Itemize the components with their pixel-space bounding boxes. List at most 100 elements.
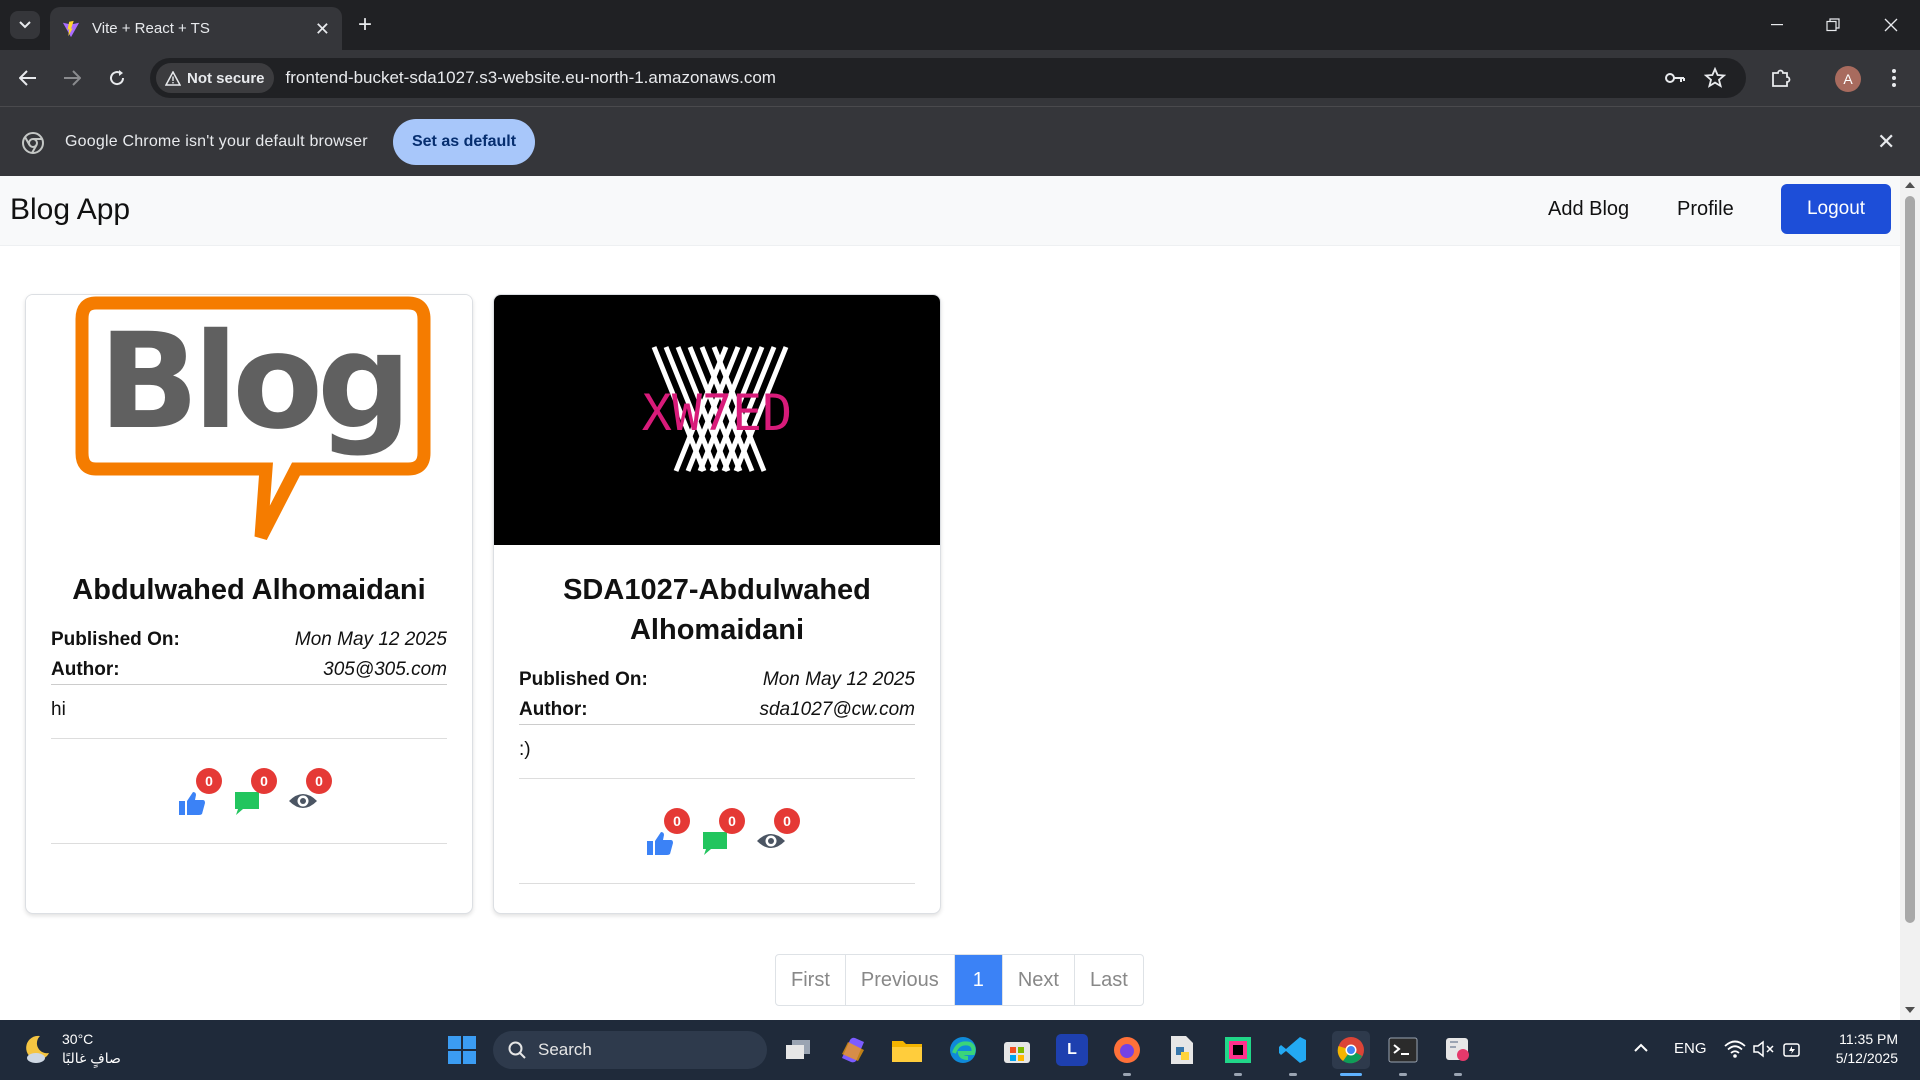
card-body-text: hi [51,699,66,720]
profile-avatar[interactable]: A [1835,66,1861,92]
author-label: Author: [519,698,588,720]
task-view-icon[interactable] [782,1034,814,1066]
nav-add-blog-link[interactable]: Add Blog [1548,198,1629,221]
card-body-text: :) [519,739,531,760]
forward-button[interactable] [56,62,88,94]
view-count-badge: 0 [774,808,800,834]
wifi-icon[interactable] [1724,1040,1746,1058]
key-icon[interactable] [1664,67,1686,89]
taskbar-search-box[interactable]: Search [493,1031,767,1069]
logout-button[interactable]: Logout [1781,184,1891,234]
firefox-icon[interactable] [1111,1034,1143,1066]
browser-tab[interactable]: Vite + React + TS ✕ [50,7,342,50]
chrome-taskbar-icon[interactable] [1332,1031,1370,1069]
security-label: Not secure [187,69,265,87]
published-date: Mon May 12 2025 [294,629,447,650]
more-vertical-icon [1892,69,1896,87]
reload-icon [110,70,125,86]
python-file-icon[interactable] [1166,1034,1198,1066]
blog-card[interactable]: XW7ED SDA1027-Abdulwahed Alhomaidani Pub… [493,294,941,914]
page-last-button[interactable]: Last [1075,955,1143,1005]
security-chip[interactable]: Not secure [156,63,274,93]
eye-icon [289,794,317,808]
arrow-right-icon [64,70,81,86]
default-browser-infobar: Google Chrome isn't your default browser… [0,106,1920,176]
scroll-down-arrow-icon[interactable] [1905,1007,1915,1013]
scroll-thumb[interactable] [1905,196,1915,923]
view-count-badge: 0 [306,768,332,794]
author-label: Author: [51,658,120,680]
app-running-indicator [1234,1073,1242,1076]
like-count-badge: 0 [196,768,222,794]
published-date: Mon May 12 2025 [762,669,915,690]
terminal-icon[interactable] [1387,1034,1419,1066]
comment-button[interactable]: 0 [233,768,277,818]
page-next-button[interactable]: Next [1003,955,1075,1005]
chevron-up-icon[interactable] [1634,1043,1648,1052]
card-actions: 0 0 0 [494,808,940,858]
divider [519,778,915,779]
weather-temperature: 30°C [62,1031,94,1047]
vscode-icon[interactable] [1277,1034,1309,1066]
l-app-icon[interactable]: L [1056,1034,1088,1066]
infobar-close-icon[interactable]: ✕ [1877,131,1895,153]
windows-start-icon[interactable] [447,1035,477,1065]
language-indicator[interactable]: ENG [1674,1040,1707,1057]
blog-card[interactable]: Blog Abdulwahed Alhomaidani Published On… [25,294,473,914]
like-count-badge: 0 [664,808,690,834]
tab-search-button[interactable] [10,11,40,39]
minimize-button[interactable] [1762,10,1792,40]
like-button[interactable]: 0 [646,808,690,858]
like-button[interactable]: 0 [178,768,222,818]
set-as-default-button[interactable]: Set as default [393,119,535,165]
copilot-icon[interactable] [837,1034,869,1066]
thumbs-up-icon [179,792,205,815]
reload-button[interactable] [101,62,133,94]
snipping-tool-icon[interactable] [1442,1034,1474,1066]
comment-button[interactable]: 0 [701,808,745,858]
xw7ed-logo-text: XW7ED [642,384,793,442]
page-scrollbar[interactable] [1900,176,1920,1020]
divider [51,738,447,739]
puzzle-icon [1772,69,1791,87]
comment-icon [235,792,259,815]
microsoft-store-icon[interactable] [1001,1034,1033,1066]
file-explorer-icon[interactable] [891,1034,923,1066]
browser-title-bar: Vite + React + TS ✕ + [0,0,1920,50]
weather-widget[interactable]: 30°C صافٍ غالبًا [20,1030,121,1068]
address-bar[interactable]: Not secure frontend-bucket-sda1027.s3-we… [150,58,1746,98]
menu-button[interactable] [1880,64,1908,92]
author-row: Author: 305@305.com [51,655,447,685]
moon-cloud-icon [26,1035,49,1063]
tab-close-icon[interactable]: ✕ [315,20,330,38]
views-indicator: 0 [756,808,800,858]
page-previous-button[interactable]: Previous [846,955,955,1005]
edge-browser-icon[interactable] [947,1034,979,1066]
close-window-button[interactable] [1876,10,1906,40]
card-meta: Published On: Mon May 12 2025 Author: 30… [51,625,447,685]
app-navbar: Blog App Add Blog Profile Logout [0,176,1900,246]
chevron-down-icon [19,21,31,29]
published-label: Published On: [519,669,648,690]
star-icon[interactable] [1704,67,1726,89]
system-clock[interactable]: 11:35 PM 5/12/2025 [1826,1030,1898,1068]
infobar-message: Google Chrome isn't your default browser [65,133,368,150]
comment-icon [703,832,727,855]
clock-time: 11:35 PM [1839,1031,1898,1047]
page-first-button[interactable]: First [776,955,846,1005]
close-icon [1884,18,1898,32]
scroll-up-arrow-icon[interactable] [1905,182,1915,188]
volume-muted-icon[interactable] [1753,1040,1775,1058]
new-tab-button[interactable]: + [352,12,378,38]
app-brand[interactable]: Blog App [10,193,130,227]
extensions-button[interactable] [1767,64,1795,92]
jetbrains-app-icon[interactable] [1222,1034,1254,1066]
chrome-logo-icon [22,132,44,154]
battery-charging-icon[interactable] [1782,1040,1802,1058]
page-current-button[interactable]: 1 [954,955,1003,1005]
back-button[interactable] [12,62,44,94]
nav-profile-link[interactable]: Profile [1677,198,1734,221]
published-row: Published On: Mon May 12 2025 [51,625,447,655]
restore-button[interactable] [1818,10,1848,40]
arrow-left-icon [19,70,36,86]
